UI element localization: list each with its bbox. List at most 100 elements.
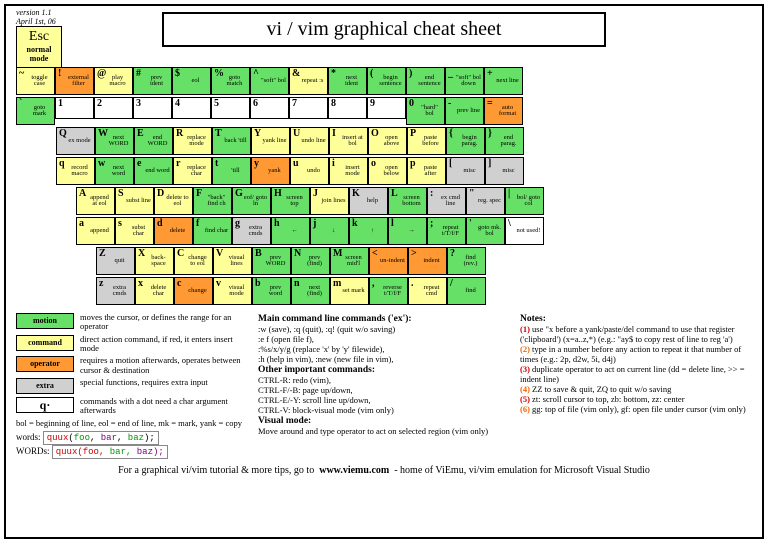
key-3: 3 bbox=[133, 97, 172, 119]
key-T: Tback 'till bbox=[212, 127, 251, 155]
key-s: ssubst char bbox=[115, 217, 154, 245]
key-d: ddelete bbox=[154, 217, 193, 245]
key-]: ]misc bbox=[485, 157, 524, 185]
key-*: *next ident bbox=[328, 67, 367, 95]
key-\: \not used! bbox=[505, 217, 544, 245]
words-example: quux(foo, bar, baz); bbox=[43, 431, 159, 445]
key-_: _"soft" bol down bbox=[445, 67, 484, 95]
key-l: l→ bbox=[388, 217, 427, 245]
key-n: nnext (find) bbox=[291, 277, 330, 305]
key-?: ?find (rev.) bbox=[447, 247, 486, 275]
key-!: !external filter bbox=[55, 67, 94, 95]
key-R: Rreplace mode bbox=[173, 127, 212, 155]
key-e: eend word bbox=[134, 157, 173, 185]
key-u: uundo bbox=[290, 157, 329, 185]
key-H: Hscreen top bbox=[271, 187, 310, 215]
key-+: +next line bbox=[484, 67, 523, 95]
key-): )end sentence bbox=[406, 67, 445, 95]
key-v: vvisual mode bbox=[213, 277, 252, 305]
key-j: j↓ bbox=[310, 217, 349, 245]
key-x: xdelete char bbox=[135, 277, 174, 305]
key-6: 6 bbox=[250, 97, 289, 119]
key-U: Uundo line bbox=[290, 127, 329, 155]
key-O: Oopen above bbox=[368, 127, 407, 155]
key-^: ^"soft" bol bbox=[250, 67, 289, 95]
key-7: 7 bbox=[289, 97, 328, 119]
key-K: Khelp bbox=[349, 187, 388, 215]
key-q: qrecord macro bbox=[56, 157, 95, 185]
key-I: Iinsert at bol bbox=[329, 127, 368, 155]
key-k: k↑ bbox=[349, 217, 388, 245]
key-r: rreplace char bbox=[173, 157, 212, 185]
key-~: ~toggle case bbox=[16, 67, 55, 95]
key-1: 1 bbox=[55, 97, 94, 119]
key-p: ppaste after bbox=[407, 157, 446, 185]
key-N: Nprev (find) bbox=[291, 247, 330, 275]
key-J: Jjoin lines bbox=[310, 187, 349, 215]
key-|: |bol/ goto col bbox=[505, 187, 544, 215]
legend-qdot: q· bbox=[16, 397, 74, 413]
key-h: h← bbox=[271, 217, 310, 245]
key-W: Wnext WORD bbox=[95, 127, 134, 155]
key-M: Mscreen mid'l bbox=[330, 247, 369, 275]
key-0: 0"hard" bol bbox=[406, 97, 445, 125]
key-F: F"back" find ch bbox=[193, 187, 232, 215]
cheatsheet-frame: version 1.1April 1st, 06 vi / vim graphi… bbox=[4, 4, 764, 539]
key-a: aappend bbox=[76, 217, 115, 245]
key-': 'goto mk. bol bbox=[466, 217, 505, 245]
key-8: 8 bbox=[328, 97, 367, 119]
key-o: oopen below bbox=[368, 157, 407, 185]
key-,: ,reverse t/T/f/F bbox=[369, 277, 408, 305]
key-E: Eend WORD bbox=[134, 127, 173, 155]
key-{: {begin parag. bbox=[446, 127, 485, 155]
key-:: :ex cmd line bbox=[427, 187, 466, 215]
key-X: Xback-space bbox=[135, 247, 174, 275]
key-b: bprev word bbox=[252, 277, 291, 305]
key-S: Ssubst line bbox=[115, 187, 154, 215]
key-2: 2 bbox=[94, 97, 133, 119]
legend-operator: operator bbox=[16, 356, 74, 372]
legend-motion: motion bbox=[16, 313, 74, 329]
legend-extra: extra bbox=[16, 378, 74, 394]
legend: motionmoves the cursor, or defines the r… bbox=[16, 313, 752, 459]
notes: Notes: (1) use "x before a yank/paste/de… bbox=[520, 313, 750, 459]
key-`: `goto mark bbox=[16, 97, 55, 125]
key-9: 9 bbox=[367, 97, 406, 119]
key-L: Lscreen bottom bbox=[388, 187, 427, 215]
key-f: ffind char bbox=[193, 217, 232, 245]
key-4: 4 bbox=[172, 97, 211, 119]
key-Z: Zquit bbox=[96, 247, 135, 275]
key-Q: Qex mode bbox=[56, 127, 95, 155]
key--: -prev line bbox=[445, 97, 484, 125]
key-y: yyank bbox=[251, 157, 290, 185]
key-V: Vvisual lines bbox=[213, 247, 252, 275]
key-c: cchange bbox=[174, 277, 213, 305]
key-m: mset mark bbox=[330, 277, 369, 305]
footer: For a graphical vi/vim tutorial & more t… bbox=[16, 465, 752, 476]
key-Y: Yyank line bbox=[251, 127, 290, 155]
key-B: Bprev WORD bbox=[252, 247, 291, 275]
key-A: Aappend at eol bbox=[76, 187, 115, 215]
key-C: Cchange to eol bbox=[174, 247, 213, 275]
key-t: t'till bbox=[212, 157, 251, 185]
key-&: &repeat :s bbox=[289, 67, 328, 95]
key-}: }end parag. bbox=[485, 127, 524, 155]
key-@: @play macro bbox=[94, 67, 133, 95]
keyboard-grid: ~toggle case!external filter@play macro#… bbox=[16, 67, 752, 305]
key-$: $eol bbox=[172, 67, 211, 95]
key->: >indent bbox=[408, 247, 447, 275]
key-.: .repeat cmd bbox=[408, 277, 447, 305]
key-D: Ddelete to eol bbox=[154, 187, 193, 215]
key-P: Ppaste before bbox=[407, 127, 446, 155]
key-5: 5 bbox=[211, 97, 250, 119]
key-#: #prev ident bbox=[133, 67, 172, 95]
key-;: ;repeat t/T/f/F bbox=[427, 217, 466, 245]
key-=: =auto format bbox=[484, 97, 523, 125]
key-/: /find bbox=[447, 277, 486, 305]
page-title: vi / vim graphical cheat sheet bbox=[162, 12, 606, 47]
key-i: iinsert mode bbox=[329, 157, 368, 185]
key-z: zextra cmds bbox=[96, 277, 135, 305]
key-%: %goto match bbox=[211, 67, 250, 95]
key-G: Geof/ goto ln bbox=[232, 187, 271, 215]
key-": "reg. spec bbox=[466, 187, 505, 215]
